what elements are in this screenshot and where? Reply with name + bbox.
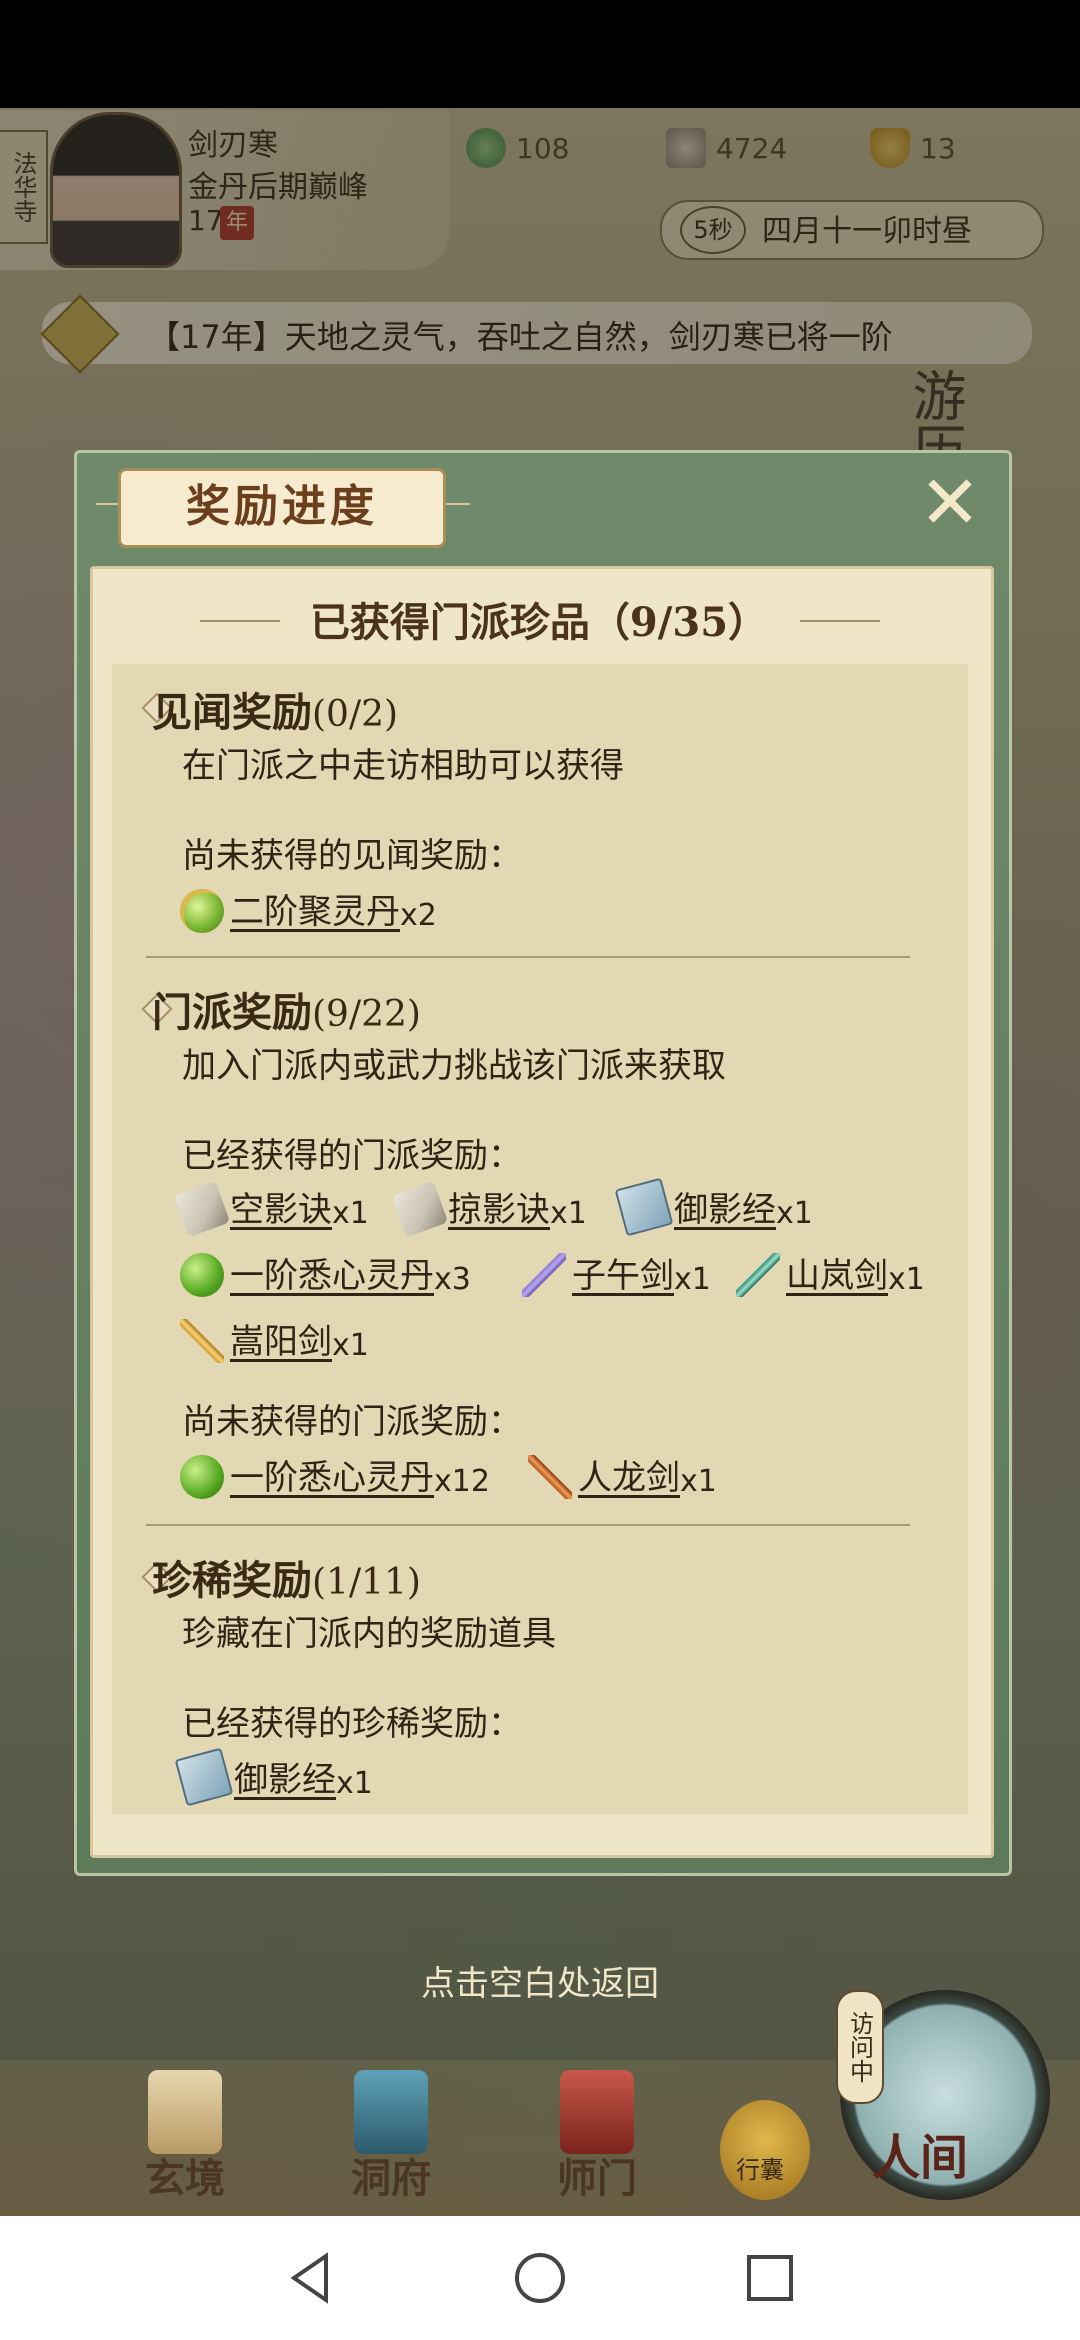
visiting-tag: 访问中: [836, 1990, 884, 2104]
bag-label: 行囊: [736, 2156, 784, 2184]
modal-title: 奖励进度: [118, 468, 446, 548]
scroll-icon: [173, 1180, 231, 1238]
gold-sword-icon: [180, 1319, 224, 1363]
home-icon[interactable]: [512, 2250, 568, 2306]
back-icon[interactable]: [282, 2250, 338, 2306]
purple-sword-icon: [522, 1253, 566, 1297]
reward-item[interactable]: 嵩阳剑 x1: [180, 1314, 369, 1363]
reward-item[interactable]: 御影经 x1: [174, 1747, 373, 1807]
section-divider: [146, 1524, 910, 1526]
close-button[interactable]: ✕: [912, 466, 988, 540]
section-title-jianwen: 见闻奖励(0/2): [152, 689, 399, 736]
missing-label-menpai: 尚未获得的门派奖励：: [182, 1402, 522, 1442]
banner-icon: [560, 2070, 634, 2154]
reward-item[interactable]: 御影经 x1: [614, 1177, 813, 1237]
obtained-label-zhenxi: 已经获得的珍稀奖励：: [182, 1704, 522, 1744]
reward-item[interactable]: 人龙剑 x1: [528, 1450, 717, 1499]
section-title-menpai: 门派奖励(9/22): [152, 989, 421, 1036]
reward-item[interactable]: 山岚剑 x1: [736, 1248, 925, 1297]
reward-item[interactable]: 掠影诀 x1: [391, 1180, 587, 1238]
reward-item[interactable]: 一阶悉心灵丹 x3: [180, 1248, 471, 1297]
book-icon: [614, 1177, 674, 1237]
collection-heading: 已获得门派珍品（9/35）: [309, 599, 769, 646]
section-title-zhenxi: 珍稀奖励(1/11): [152, 1557, 421, 1604]
green-sword-icon: [736, 1253, 780, 1297]
scroll-map-icon: [148, 2070, 222, 2154]
green-pill-icon: [180, 1455, 224, 1499]
reward-item[interactable]: 空影诀 x1: [173, 1180, 369, 1238]
section-desc-jianwen: 在门派之中走访相助可以获得: [182, 746, 624, 786]
section-desc-menpai: 加入门派内或武力挑战该门派来获取: [182, 1046, 726, 1086]
reward-item[interactable]: 子午剑 x1: [522, 1248, 711, 1297]
scroll-icon: [391, 1180, 449, 1238]
nav-xuanjing[interactable]: 玄境: [110, 2070, 260, 2210]
green-elixir-icon: [180, 889, 224, 933]
section-desc-zhenxi: 珍藏在门派内的奖励道具: [182, 1614, 556, 1654]
nav-dongfu[interactable]: 洞府: [316, 2070, 466, 2210]
nav-shimen[interactable]: 师门: [522, 2070, 672, 2210]
reward-item[interactable]: 一阶悉心灵丹 x12: [180, 1450, 490, 1499]
title-ornament-left: [96, 503, 120, 505]
missing-label-jianwen: 尚未获得的见闻奖励：: [182, 836, 522, 876]
return-hint[interactable]: 点击空白处返回: [340, 1956, 740, 2005]
recents-icon[interactable]: [742, 2250, 798, 2306]
red-sword-icon: [528, 1455, 572, 1499]
green-pill-icon: [180, 1253, 224, 1297]
world-label: 人间: [872, 2130, 969, 2186]
status-bar: [0, 0, 1080, 108]
section-divider: [146, 956, 910, 958]
reward-item[interactable]: 二阶聚灵丹 x2: [180, 884, 437, 933]
pavilion-icon: [354, 2070, 428, 2154]
book-icon: [174, 1747, 234, 1807]
obtained-label-menpai: 已经获得的门派奖励：: [182, 1136, 522, 1176]
